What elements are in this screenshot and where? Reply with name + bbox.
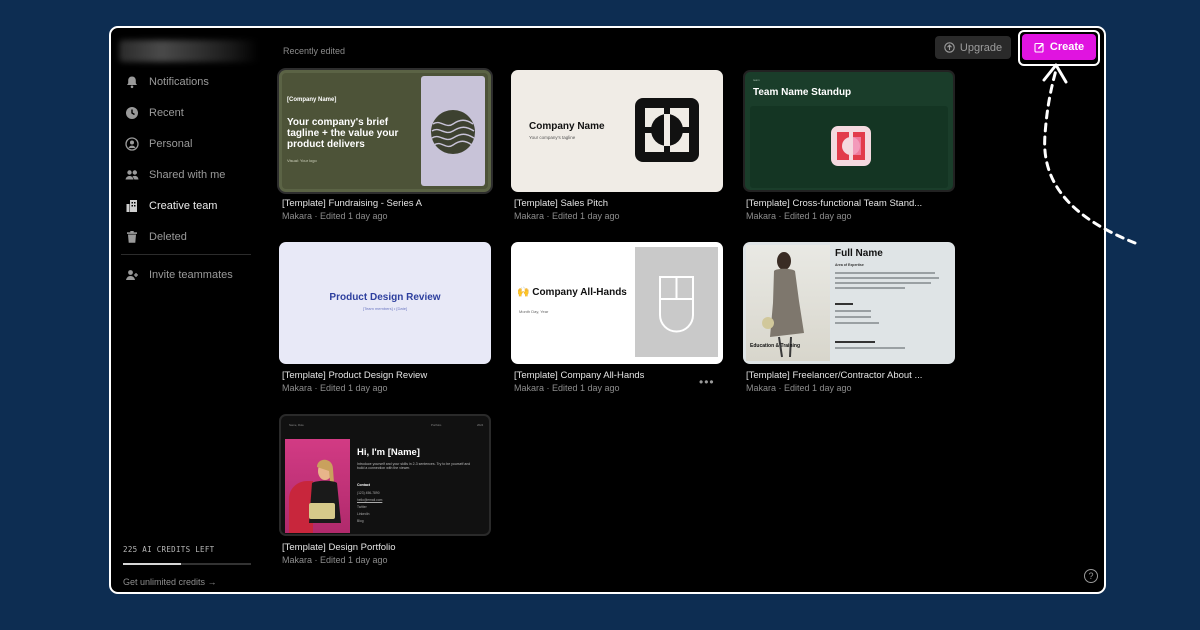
thumb-greeting: Hi, I'm [Name] [357,447,420,458]
sidebar-item-recent[interactable]: Recent [125,101,255,125]
card-title: [Template] Fundraising - Series A [282,198,422,209]
card-thumbnail[interactable]: 🙌 Company All-Hands Month Day, Year [511,242,723,364]
thumb-mini-label: team [753,78,760,82]
thumb-phone: (123) 456-7890 [357,491,380,495]
thumb-company-name: [Company Name] [287,97,337,103]
card-title: [Template] Sales Pitch [514,198,608,209]
credits-progress-fill [123,563,181,565]
thumb-subtitle: Your company's tagline [529,135,576,140]
sidebar-item-notifications[interactable]: Notifications [125,70,255,94]
workspace-switcher[interactable] [119,40,259,62]
card-meta: Makara · Edited 1 day ago [282,211,388,221]
help-icon[interactable]: ? [1084,569,1098,583]
thumb-title: Product Design Review [329,292,441,303]
add-user-icon [126,270,138,280]
card-meta: Makara · Edited 1 day ago [282,383,388,393]
card-thumbnail[interactable]: Product Design Review [Team members] • [… [279,242,491,364]
thumb-contact-heading: Contact [357,483,371,487]
card-meta: Makara · Edited 1 day ago [746,383,852,393]
card-title: [Template] Freelancer/Contractor About .… [746,370,923,381]
building-icon [126,200,137,212]
clock-icon [126,107,138,119]
app-logo-icon [831,126,871,166]
card-thumbnail[interactable]: [Company Name] Your company's brief tagl… [279,70,491,192]
thumb-intro: Introduce yourself and your skills in 2-… [357,462,471,470]
sidebar-item-label: Creative team [149,200,218,212]
card-title: [Template] Design Portfolio [282,542,396,553]
thumb-side-panel [635,247,718,357]
card-thumbnail[interactable]: Education & Training Full Name Area of E… [743,242,955,364]
wave-circle-icon [431,110,475,154]
card-title: [Template] Company All-Hands [514,370,645,381]
thumb-subtitle: Month Day, Year [519,309,549,314]
credits-remaining: 225 AI CREDITS LEFT [123,545,215,554]
thumb-top-right: 2024 [477,423,484,427]
logo-mark-icon [635,98,699,162]
thumb-top-mid: Portfolio [431,423,442,427]
card-meta: Makara · Edited 1 day ago [746,211,852,221]
thumb-full-name: Full Name [835,248,883,259]
sidebar-item-label: Personal [149,138,193,150]
users-icon [125,170,139,180]
thumb-portrait-photo [285,439,350,533]
upgrade-label: Upgrade [959,41,1003,54]
thumb-education-label: Education & Training [750,343,801,349]
thumb-email: hello@email.com [357,498,383,502]
sidebar-item-label: Recent [149,107,184,119]
invite-teammates-button[interactable]: Invite teammates [125,263,255,287]
sidebar-item-label: Shared with me [149,169,226,181]
user-icon [125,137,139,151]
upgrade-icon [944,42,955,53]
person-with-laptop-icon [289,459,341,533]
thumb-title: 🙌 Company All-Hands [517,287,627,298]
thumb-company-name: Company Name [529,121,605,132]
thumb-link: LinkedIn [357,512,370,516]
more-options-icon[interactable]: ••• [699,375,715,389]
sidebar-item-shared[interactable]: Shared with me [125,163,255,187]
app-window: Notifications Recent Personal Shared wit… [109,26,1106,594]
upgrade-button[interactable]: Upgrade [935,36,1011,59]
thumb-subtitle: [Team members] • [Date] [362,306,408,311]
thumb-title: Team Name Standup [753,87,852,98]
card-title: [Template] Cross-functional Team Stand..… [746,198,923,209]
thumb-small-text: Visual: Your logo [287,158,317,163]
card-meta: Makara · Edited 1 day ago [514,211,620,221]
section-title: Recently edited [283,46,346,56]
thumb-expertise: Area of Expertise [835,263,864,267]
sidebar-divider [121,254,251,255]
thumb-tagline: Your company's brief tagline + the value… [287,117,399,150]
get-unlimited-credits-link[interactable]: Get unlimited credits → [123,577,217,587]
thumb-link: Twitter [357,505,367,509]
bell-icon [127,76,137,89]
trash-icon [127,231,137,243]
card-meta: Makara · Edited 1 day ago [282,555,388,565]
sidebar: Notifications Recent Personal Shared wit… [111,28,261,592]
sidebar-item-label: Deleted [149,231,187,243]
edit-icon [1034,42,1044,53]
arch-icon [659,276,694,333]
sidebar-item-creative-team[interactable]: Creative team [125,194,255,218]
pointer-arrow-icon [1042,63,1137,245]
sidebar-item-personal[interactable]: Personal [125,132,255,156]
thumb-side-panel [421,76,485,186]
thumb-inner-panel [750,106,948,188]
create-label: Create [1049,41,1085,53]
invite-label: Invite teammates [149,269,233,281]
sidebar-item-deleted[interactable]: Deleted [125,225,255,249]
credits-progress-bar [123,563,251,565]
thumb-link: Blog [357,519,364,523]
sidebar-item-label: Notifications [149,76,209,88]
card-thumbnail[interactable]: team Team Name Standup [743,70,955,192]
thumb-top-left: Name, Role [289,423,304,427]
card-title: [Template] Product Design Review [282,370,428,381]
card-thumbnail[interactable]: Company Name Your company's tagline [511,70,723,192]
card-meta: Makara · Edited 1 day ago [514,383,620,393]
card-thumbnail[interactable]: Name, Role Portfolio 2024 Hi, I'm [Name]… [279,414,491,536]
